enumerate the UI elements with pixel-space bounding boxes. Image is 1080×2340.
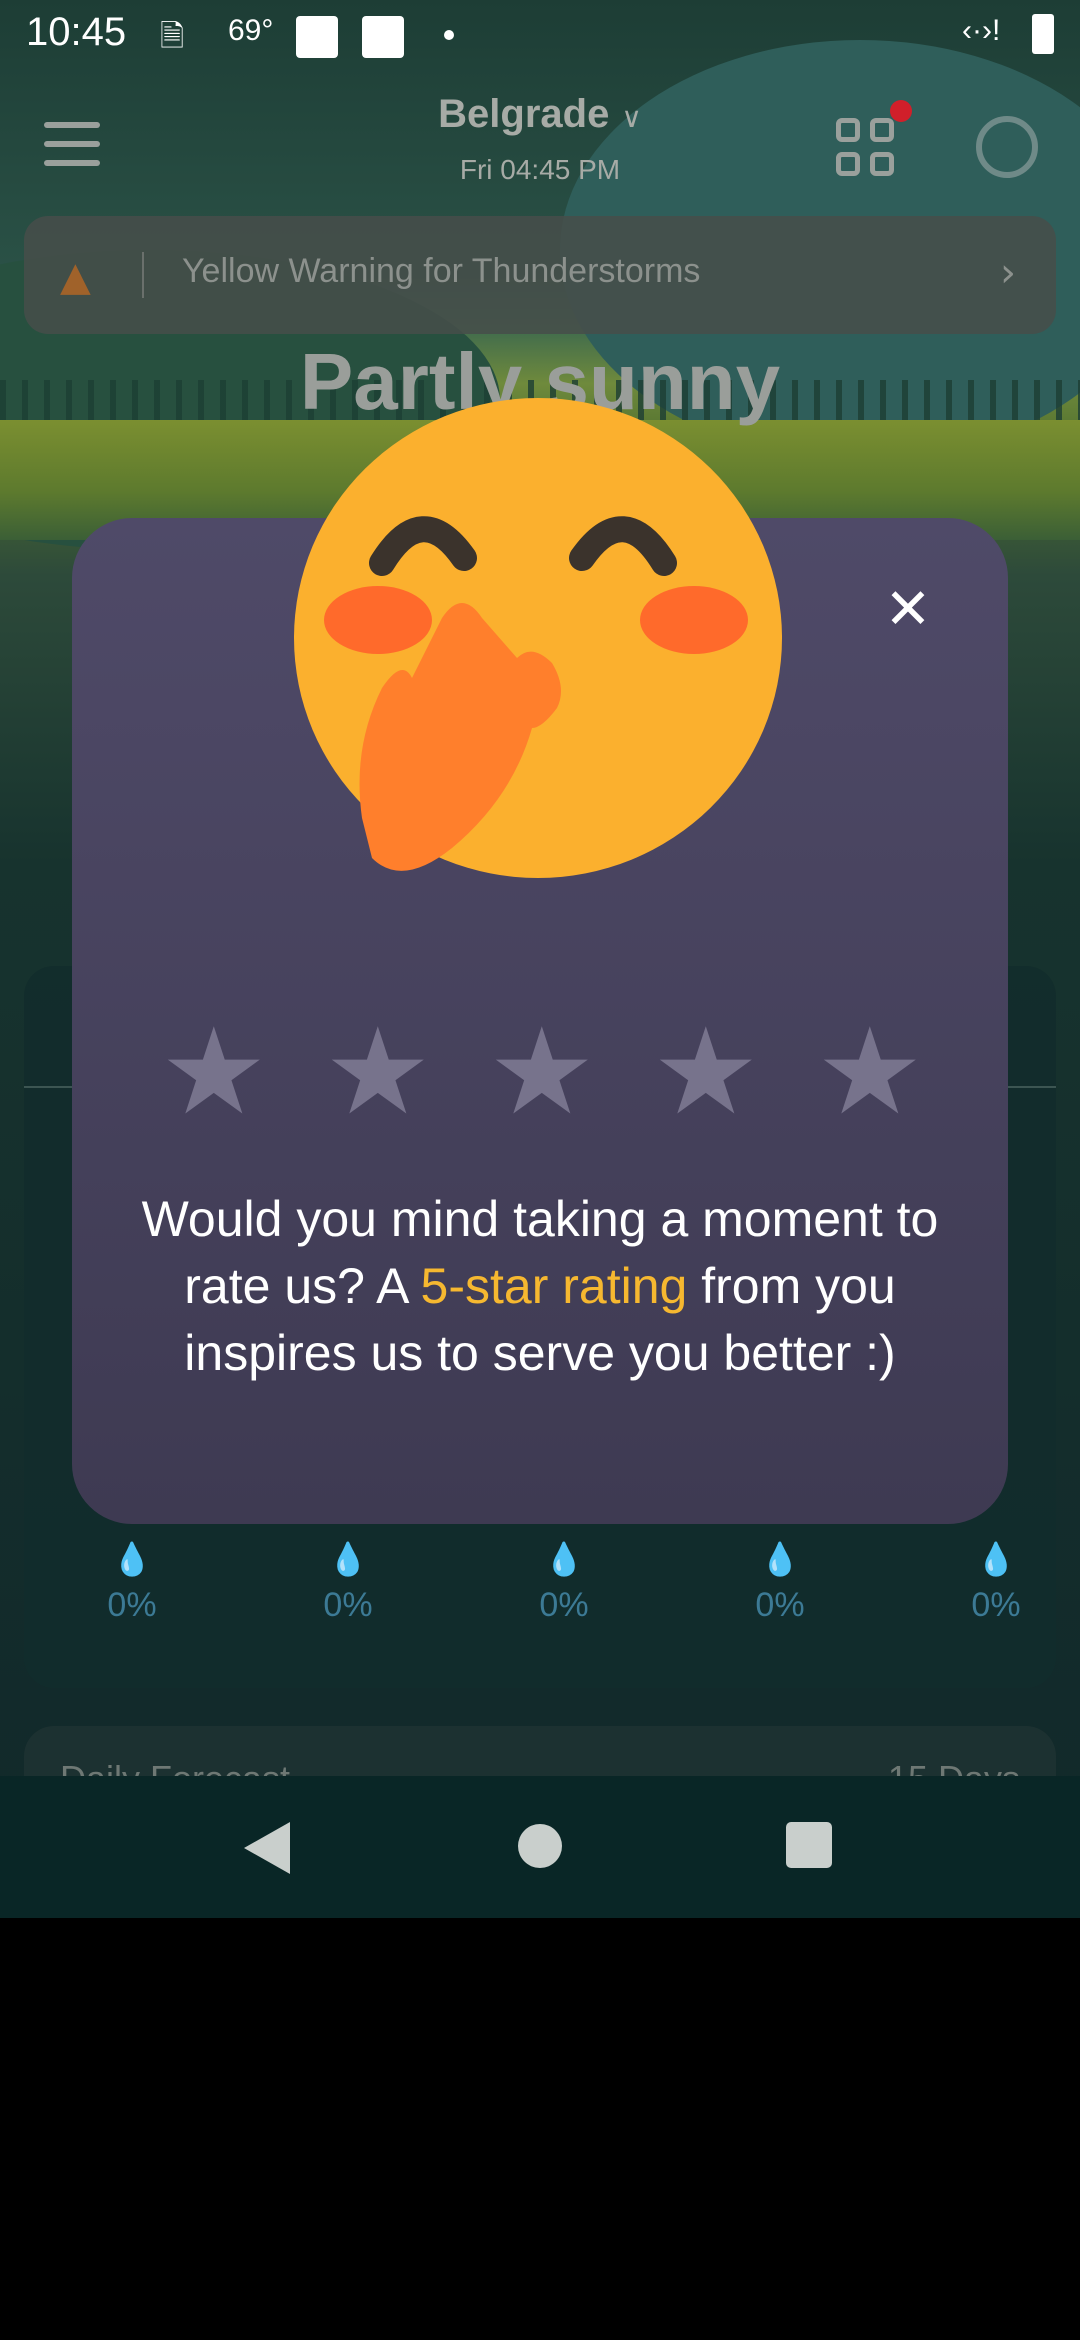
- notification-icon: [296, 16, 338, 58]
- star-icon[interactable]: ★: [324, 1013, 432, 1133]
- status-time: 10:45: [26, 10, 127, 54]
- star-icon[interactable]: ★: [652, 1013, 760, 1133]
- precip-value: 0%: [755, 1586, 805, 1624]
- battery-icon: [1032, 14, 1054, 54]
- raindrop-icon: 💧: [112, 1541, 152, 1577]
- weather-warning-banner[interactable]: ▲ Yellow Warning for Thunderstorms ›: [24, 216, 1056, 334]
- city-name: Belgrade: [438, 92, 610, 136]
- precip-item: 💧 0%: [72, 1540, 192, 1625]
- precip-value: 0%: [539, 1586, 589, 1624]
- precip-value: 0%: [323, 1586, 373, 1624]
- translate-notification-icon: 🗎: [160, 20, 185, 53]
- chevron-down-icon: ∨: [621, 102, 642, 133]
- city-selector[interactable]: Belgrade ∨: [0, 92, 1080, 137]
- precip-value: 0%: [107, 1586, 157, 1624]
- raindrop-icon: 💧: [760, 1541, 800, 1577]
- precip-item: 💧 0%: [936, 1540, 1056, 1625]
- local-datetime: Fri 04:45 PM: [459, 154, 621, 185]
- shy-face-emoji-icon: [294, 398, 782, 878]
- warning-icon: ▲: [60, 254, 91, 300]
- raindrop-icon: 💧: [976, 1541, 1016, 1577]
- rating-message: Would you mind taking a moment to rate u…: [140, 1186, 940, 1387]
- home-icon[interactable]: [518, 1824, 562, 1868]
- more-notifications-icon: [444, 30, 454, 40]
- notification-badge: [890, 100, 912, 122]
- precip-item: 💧 0%: [720, 1540, 840, 1625]
- star-icon[interactable]: ★: [160, 1013, 268, 1133]
- widgets-grid-icon[interactable]: [836, 100, 912, 176]
- notification-icon: [362, 16, 404, 58]
- warning-text: Yellow Warning for Thunderstorms: [182, 252, 701, 290]
- back-icon[interactable]: [244, 1822, 290, 1874]
- raindrop-icon: 💧: [328, 1541, 368, 1577]
- status-bar: 10:45 🗎 69° ‹·›!: [0, 0, 1080, 72]
- precip-item: 💧 0%: [504, 1540, 624, 1625]
- divider: [142, 252, 144, 298]
- star-rating[interactable]: ★ ★ ★ ★ ★: [160, 1013, 924, 1133]
- recent-apps-icon[interactable]: [786, 1822, 832, 1868]
- star-icon[interactable]: ★: [816, 1013, 924, 1133]
- raindrop-icon: 💧: [544, 1541, 584, 1577]
- message-highlight: 5-star rating: [420, 1258, 688, 1314]
- close-icon[interactable]: ✕: [880, 582, 936, 638]
- app-bar: Belgrade ∨ Fri 04:45 PM: [0, 72, 1080, 212]
- signal-icon: ‹·›!: [962, 14, 1001, 47]
- star-icon[interactable]: ★: [488, 1013, 596, 1133]
- chevron-right-icon: ›: [1000, 250, 1016, 296]
- precip-value: 0%: [971, 1586, 1021, 1624]
- status-temperature: 69°: [228, 14, 274, 47]
- app-logo-icon[interactable]: [976, 116, 1038, 178]
- system-navigation-bar: [0, 1776, 1080, 1918]
- precip-item: 💧 0%: [288, 1540, 408, 1625]
